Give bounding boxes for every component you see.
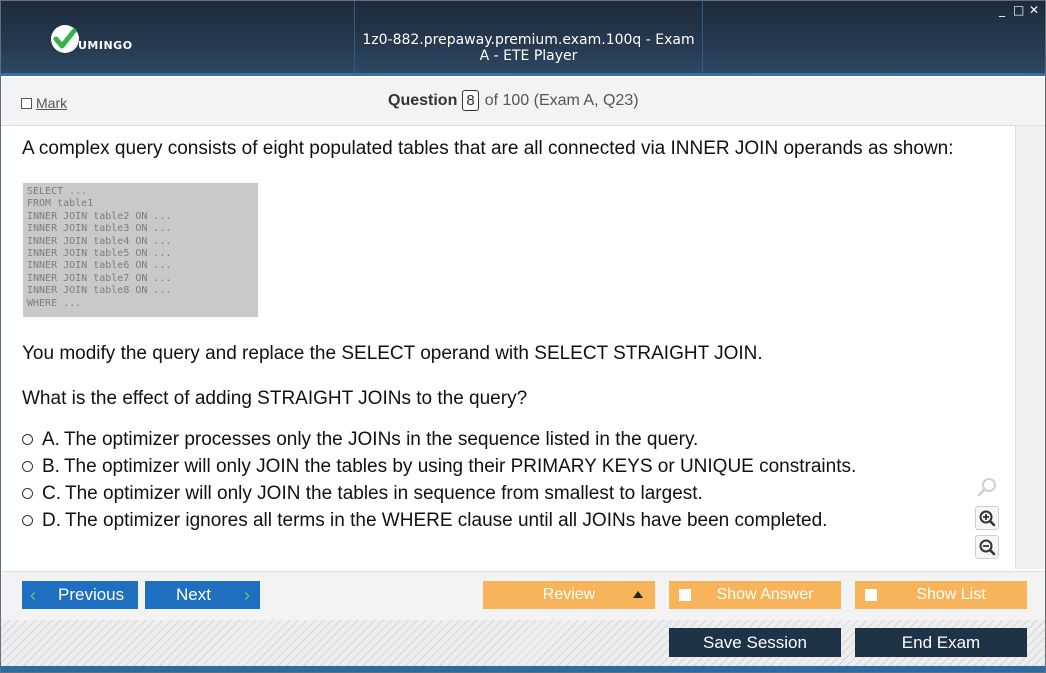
app-window: UMINGO 1z0-882.prepaway.premium.exam.100… bbox=[0, 0, 1046, 673]
question-intro: A complex query consists of eight popula… bbox=[22, 138, 954, 159]
mark-label: Mark bbox=[36, 95, 68, 111]
option-b[interactable]: B. The optimizer will only JOIN the tabl… bbox=[22, 453, 856, 480]
previous-button[interactable]: ‹ Previous bbox=[22, 581, 138, 609]
option-text: The optimizer will only JOIN the tables … bbox=[63, 455, 857, 477]
maximize-button[interactable]: □ bbox=[1013, 3, 1024, 17]
option-a[interactable]: A. The optimizer processes only the JOIN… bbox=[22, 426, 856, 453]
chevron-right-icon: › bbox=[244, 585, 250, 605]
window-controls: _ □ ✕ bbox=[997, 3, 1039, 17]
code-line: INNER JOIN table2 ON ... bbox=[27, 210, 172, 222]
question-content: A complex query consists of eight popula… bbox=[1, 126, 1015, 569]
title-separator bbox=[354, 1, 355, 73]
navigation-bar: ‹ Previous Next › Review Show Answer Sho… bbox=[1, 571, 1045, 620]
code-line: INNER JOIN table6 ON ... bbox=[27, 260, 172, 272]
close-button[interactable]: ✕ bbox=[1029, 3, 1039, 17]
question-counter: Question 8 of 100 (Exam A, Q23) bbox=[388, 90, 639, 111]
option-d[interactable]: D. The optimizer ignores all terms in th… bbox=[22, 507, 856, 534]
previous-label: Previous bbox=[58, 585, 125, 604]
next-button[interactable]: Next › bbox=[145, 581, 260, 609]
code-line: INNER JOIN table4 ON ... bbox=[27, 235, 172, 247]
logo-text: UMINGO bbox=[78, 39, 133, 52]
magnifier-icon[interactable] bbox=[975, 475, 999, 499]
option-text: The optimizer will only JOIN the tables … bbox=[65, 482, 703, 504]
option-letter: B. bbox=[42, 455, 60, 477]
zoom-in-icon[interactable] bbox=[975, 506, 999, 530]
question-ask: What is the effect of adding STRAIGHT JO… bbox=[22, 388, 528, 409]
question-label: Question bbox=[388, 91, 458, 109]
code-line: SELECT ... bbox=[27, 186, 88, 197]
checkmark-logo-icon bbox=[51, 25, 79, 53]
app-logo: UMINGO bbox=[51, 25, 141, 57]
title-bar: UMINGO 1z0-882.prepaway.premium.exam.100… bbox=[1, 1, 1045, 76]
option-letter: A. bbox=[42, 428, 60, 450]
option-letter: C. bbox=[42, 482, 61, 504]
footer-bar: Save Session End Exam bbox=[1, 620, 1045, 666]
question-statement: You modify the query and replace the SEL… bbox=[22, 343, 763, 364]
show-answer-button[interactable]: Show Answer bbox=[669, 581, 841, 609]
checkbox-icon bbox=[679, 589, 691, 601]
radio-icon[interactable] bbox=[22, 488, 33, 499]
title-bar-accent bbox=[1, 73, 1045, 76]
code-line: INNER JOIN table5 ON ... bbox=[27, 248, 172, 260]
next-label: Next bbox=[176, 585, 211, 604]
option-text: The optimizer processes only the JOINs i… bbox=[63, 428, 699, 450]
window-title: 1z0-882.prepaway.premium.exam.100q - Exa… bbox=[362, 32, 695, 64]
radio-icon[interactable] bbox=[22, 434, 33, 445]
option-c[interactable]: C. The optimizer will only JOIN the tabl… bbox=[22, 480, 856, 507]
bottom-accent bbox=[1, 666, 1045, 672]
triangle-up-icon bbox=[633, 591, 643, 598]
question-number-input[interactable]: 8 bbox=[462, 90, 479, 111]
question-total: of 100 (Exam A, Q23) bbox=[484, 91, 639, 109]
radio-icon[interactable] bbox=[22, 515, 33, 526]
side-panel bbox=[1015, 126, 1045, 569]
code-line: INNER JOIN table8 ON ... bbox=[27, 285, 172, 297]
radio-icon[interactable] bbox=[22, 461, 33, 472]
code-line: INNER JOIN table3 ON ... bbox=[27, 223, 172, 235]
checkbox-icon bbox=[865, 589, 877, 601]
save-session-button[interactable]: Save Session bbox=[669, 628, 841, 657]
title-separator bbox=[702, 1, 703, 73]
code-text: SELECT ... FROM table1 INNER JOIN table2… bbox=[23, 183, 258, 310]
review-label: Review bbox=[542, 586, 596, 603]
question-header: Mark Question 8 of 100 (Exam A, Q23) bbox=[1, 78, 1045, 126]
zoom-out-icon[interactable] bbox=[975, 535, 999, 559]
review-button[interactable]: Review bbox=[483, 581, 655, 609]
chevron-left-icon: ‹ bbox=[30, 585, 36, 605]
code-line: FROM table1 bbox=[27, 198, 94, 210]
end-exam-button[interactable]: End Exam bbox=[855, 628, 1027, 657]
code-line: INNER JOIN table7 ON ... bbox=[27, 272, 172, 284]
show-answer-label: Show Answer bbox=[716, 586, 814, 603]
show-list-button[interactable]: Show List bbox=[855, 581, 1027, 609]
minimize-button[interactable]: _ bbox=[997, 3, 1007, 17]
code-line: WHERE ... bbox=[27, 297, 82, 309]
answer-options: A. The optimizer processes only the JOIN… bbox=[22, 426, 856, 534]
option-letter: D. bbox=[42, 509, 61, 531]
code-image: SELECT ... FROM table1 INNER JOIN table2… bbox=[23, 183, 258, 317]
show-list-label: Show List bbox=[916, 586, 986, 603]
mark-checkbox[interactable]: Mark bbox=[21, 95, 67, 111]
checkbox-icon bbox=[21, 97, 32, 109]
option-text: The optimizer ignores all terms in the W… bbox=[65, 509, 828, 531]
